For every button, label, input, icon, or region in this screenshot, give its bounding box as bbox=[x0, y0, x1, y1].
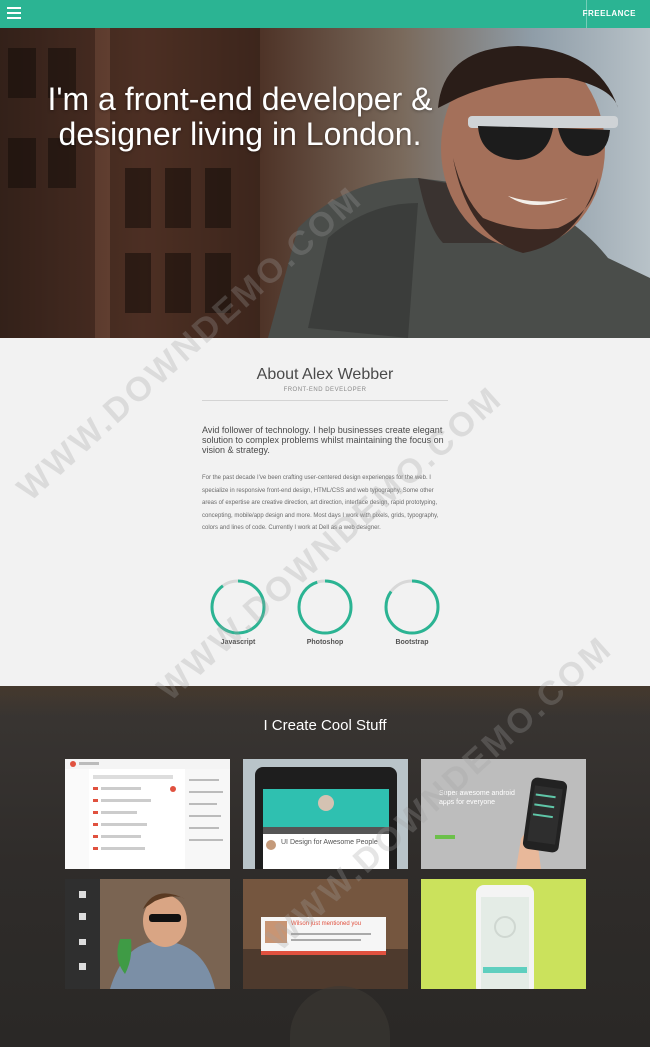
skill-bootstrap: Bootstrap bbox=[382, 578, 442, 646]
skill-ring-icon bbox=[210, 579, 266, 635]
about-title: About Alex Webber bbox=[256, 366, 394, 383]
portfolio-tile-dashboard[interactable] bbox=[65, 759, 230, 869]
skill-javascript: Javascript bbox=[208, 578, 268, 646]
skill-label: Bootstrap bbox=[395, 639, 429, 646]
portfolio-tile-phone-mockup[interactable] bbox=[421, 879, 586, 989]
android-caption: Super awesome android apps for everyone bbox=[439, 790, 515, 806]
portfolio-section: I Create Cool Stuff UI Design for Awesom… bbox=[0, 686, 650, 1047]
dashboard-screenshot-image bbox=[65, 759, 230, 869]
skill-label: Photoshop bbox=[306, 639, 344, 646]
tablet-caption: UI Design for Awesome People bbox=[281, 839, 378, 846]
skill-label: Javascript bbox=[220, 639, 256, 646]
portfolio-tile-android-app[interactable]: Super awesome android apps for everyone bbox=[421, 759, 586, 869]
hero-section: I'm a front-end developer & designer liv… bbox=[0, 28, 650, 338]
about-divider bbox=[202, 400, 448, 401]
portfolio-tile-tablet-app[interactable]: UI Design for Awesome People bbox=[243, 759, 408, 869]
silhouette-shadow bbox=[290, 986, 390, 1047]
profile-photo-image bbox=[65, 879, 230, 989]
about-lead-text: Avid follower of technology. I help busi… bbox=[202, 425, 444, 455]
skill-photoshop: Photoshop bbox=[295, 578, 355, 646]
notification-ui-image bbox=[243, 879, 408, 989]
tablet-app-image bbox=[243, 759, 408, 869]
top-navigation-bar: FREELANCE bbox=[0, 0, 650, 28]
freelance-link[interactable]: FREELANCE bbox=[583, 9, 636, 18]
portfolio-tile-mobile-profile[interactable] bbox=[65, 879, 230, 989]
hamburger-icon[interactable] bbox=[7, 7, 21, 21]
skill-ring-icon bbox=[297, 579, 353, 635]
android-app-image bbox=[421, 759, 586, 869]
portfolio-title: I Create Cool Stuff bbox=[263, 717, 387, 734]
hero-headline: I'm a front-end developer & designer liv… bbox=[47, 81, 433, 152]
skill-ring-icon bbox=[384, 579, 440, 635]
portfolio-tile-notification[interactable]: Wilson just mentioned you bbox=[243, 879, 408, 989]
hero-portrait-image bbox=[268, 46, 650, 338]
about-subtitle: FRONT-END DEVELOPER bbox=[283, 387, 367, 393]
about-section: About Alex Webber FRONT-END DEVELOPER Av… bbox=[0, 338, 650, 686]
about-body-text: For the past decade I've been crafting u… bbox=[202, 475, 439, 531]
notification-caption: Wilson just mentioned you bbox=[291, 921, 362, 927]
phone-mockup-image bbox=[421, 879, 586, 989]
